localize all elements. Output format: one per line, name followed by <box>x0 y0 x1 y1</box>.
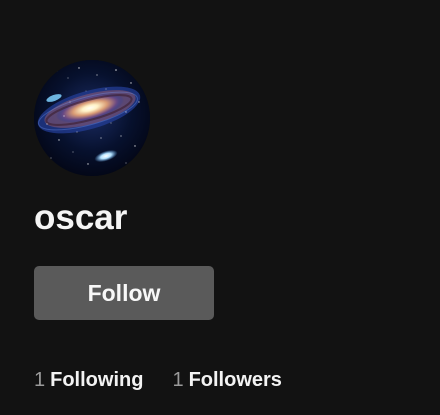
followers-label: Followers <box>188 369 282 391</box>
following-stat-link[interactable]: 1 Following <box>34 366 143 394</box>
following-label: Following <box>50 369 144 391</box>
profile-stats: 1 Following 1 Followers <box>34 366 282 394</box>
followers-count: 1 <box>172 369 184 391</box>
profile-card: oscar Follow 1 Following 1 Followers <box>0 0 440 415</box>
avatar[interactable] <box>34 60 150 176</box>
followers-stat-link[interactable]: 1 Followers <box>172 366 281 394</box>
profile-username: oscar <box>34 198 128 237</box>
galaxy-avatar-icon <box>34 60 150 176</box>
following-count: 1 <box>34 369 46 391</box>
follow-button[interactable]: Follow <box>34 266 214 320</box>
